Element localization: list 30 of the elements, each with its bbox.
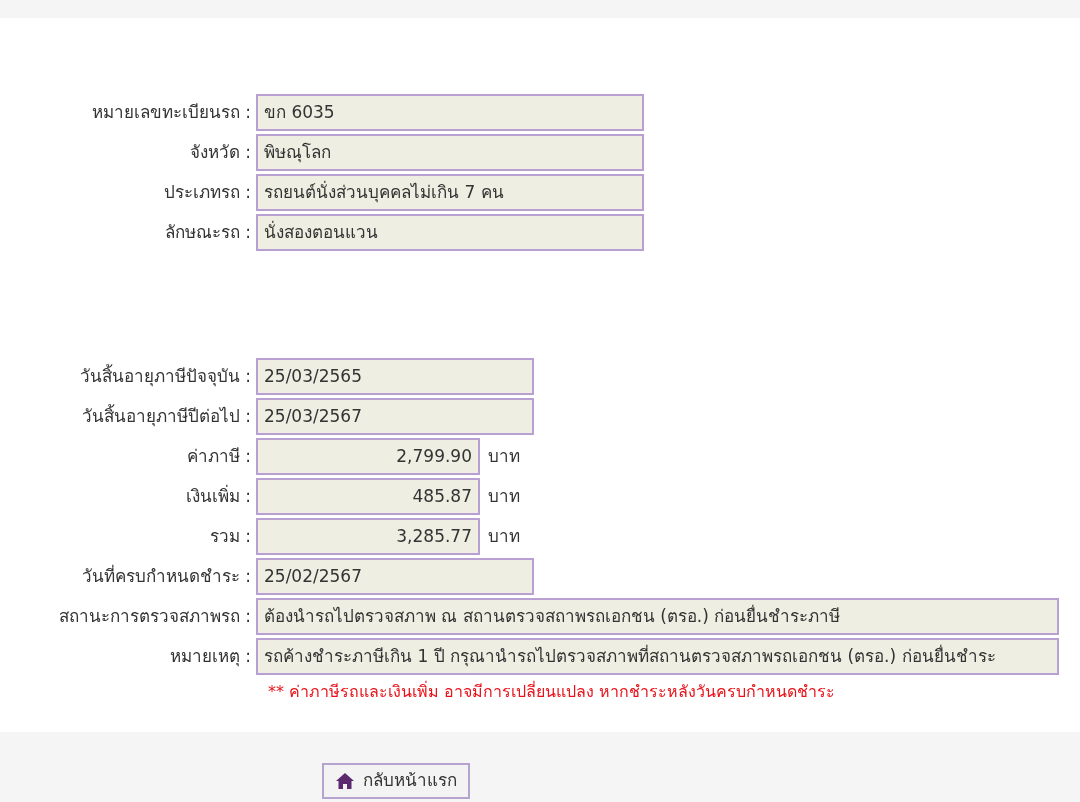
field-label: วันที่ครบกำหนดชำระ :	[80, 563, 252, 588]
readonly-field: ขก 6035	[256, 94, 644, 131]
field-label: วันสิ้นอายุภาษีปัจจุบัน :	[78, 363, 252, 389]
field-label: หมายเหตุ :	[168, 644, 252, 669]
readonly-field: รถค้างชำระภาษีเกิน 1 ปี กรุณานำรถไปตรวจสภาพที่สถานตรวจสภาพรถเอกชน (ตรอ.) ก่อนยื่นชำระ	[256, 638, 1059, 675]
readonly-field: 485.87	[256, 478, 480, 515]
readonly-field: 2,799.90	[256, 438, 480, 475]
home-button[interactable]: กลับหน้าแรก	[322, 763, 470, 799]
readonly-field: 3,285.77	[256, 518, 480, 555]
home-icon	[335, 772, 355, 790]
readonly-field: 25/02/2567	[256, 558, 534, 595]
field-label: วันสิ้นอายุภาษีปีต่อไป :	[80, 403, 252, 429]
field-label: หมายเลขทะเบียนรถ :	[90, 100, 252, 124]
unit-label: บาท	[488, 444, 520, 468]
unit-label: บาท	[488, 524, 520, 548]
field-label: จังหวัด :	[188, 140, 252, 164]
warning-note: ** ค่าภาษีรถและเงินเพิ่ม อาจมีการเปลี่ยนแปลง หากชำระหลังวันครบกำหนดชำระ	[268, 680, 836, 703]
readonly-field: พิษณุโลก	[256, 134, 644, 171]
field-label: รวม :	[208, 524, 252, 548]
field-label: ลักษณะรถ :	[163, 220, 252, 244]
readonly-field: รถยนต์นั่งส่วนบุคคลไม่เกิน 7 คน	[256, 174, 644, 211]
field-label: เงินเพิ่ม :	[184, 483, 252, 508]
readonly-field: 25/03/2565	[256, 358, 534, 395]
readonly-field: 25/03/2567	[256, 398, 534, 435]
field-label: สถานะการตรวจสภาพรถ :	[57, 604, 252, 628]
field-label: ประเภทรถ :	[162, 180, 252, 204]
readonly-field: นั่งสองตอนแวน	[256, 214, 644, 251]
field-label: ค่าภาษี :	[185, 444, 252, 468]
unit-label: บาท	[488, 484, 520, 508]
readonly-field: ต้องนำรถไปตรวจสภาพ ณ สถานตรวจสถาพรถเอกชน (ตรอ.) ก่อนยื่นชำระภาษี	[256, 598, 1059, 635]
